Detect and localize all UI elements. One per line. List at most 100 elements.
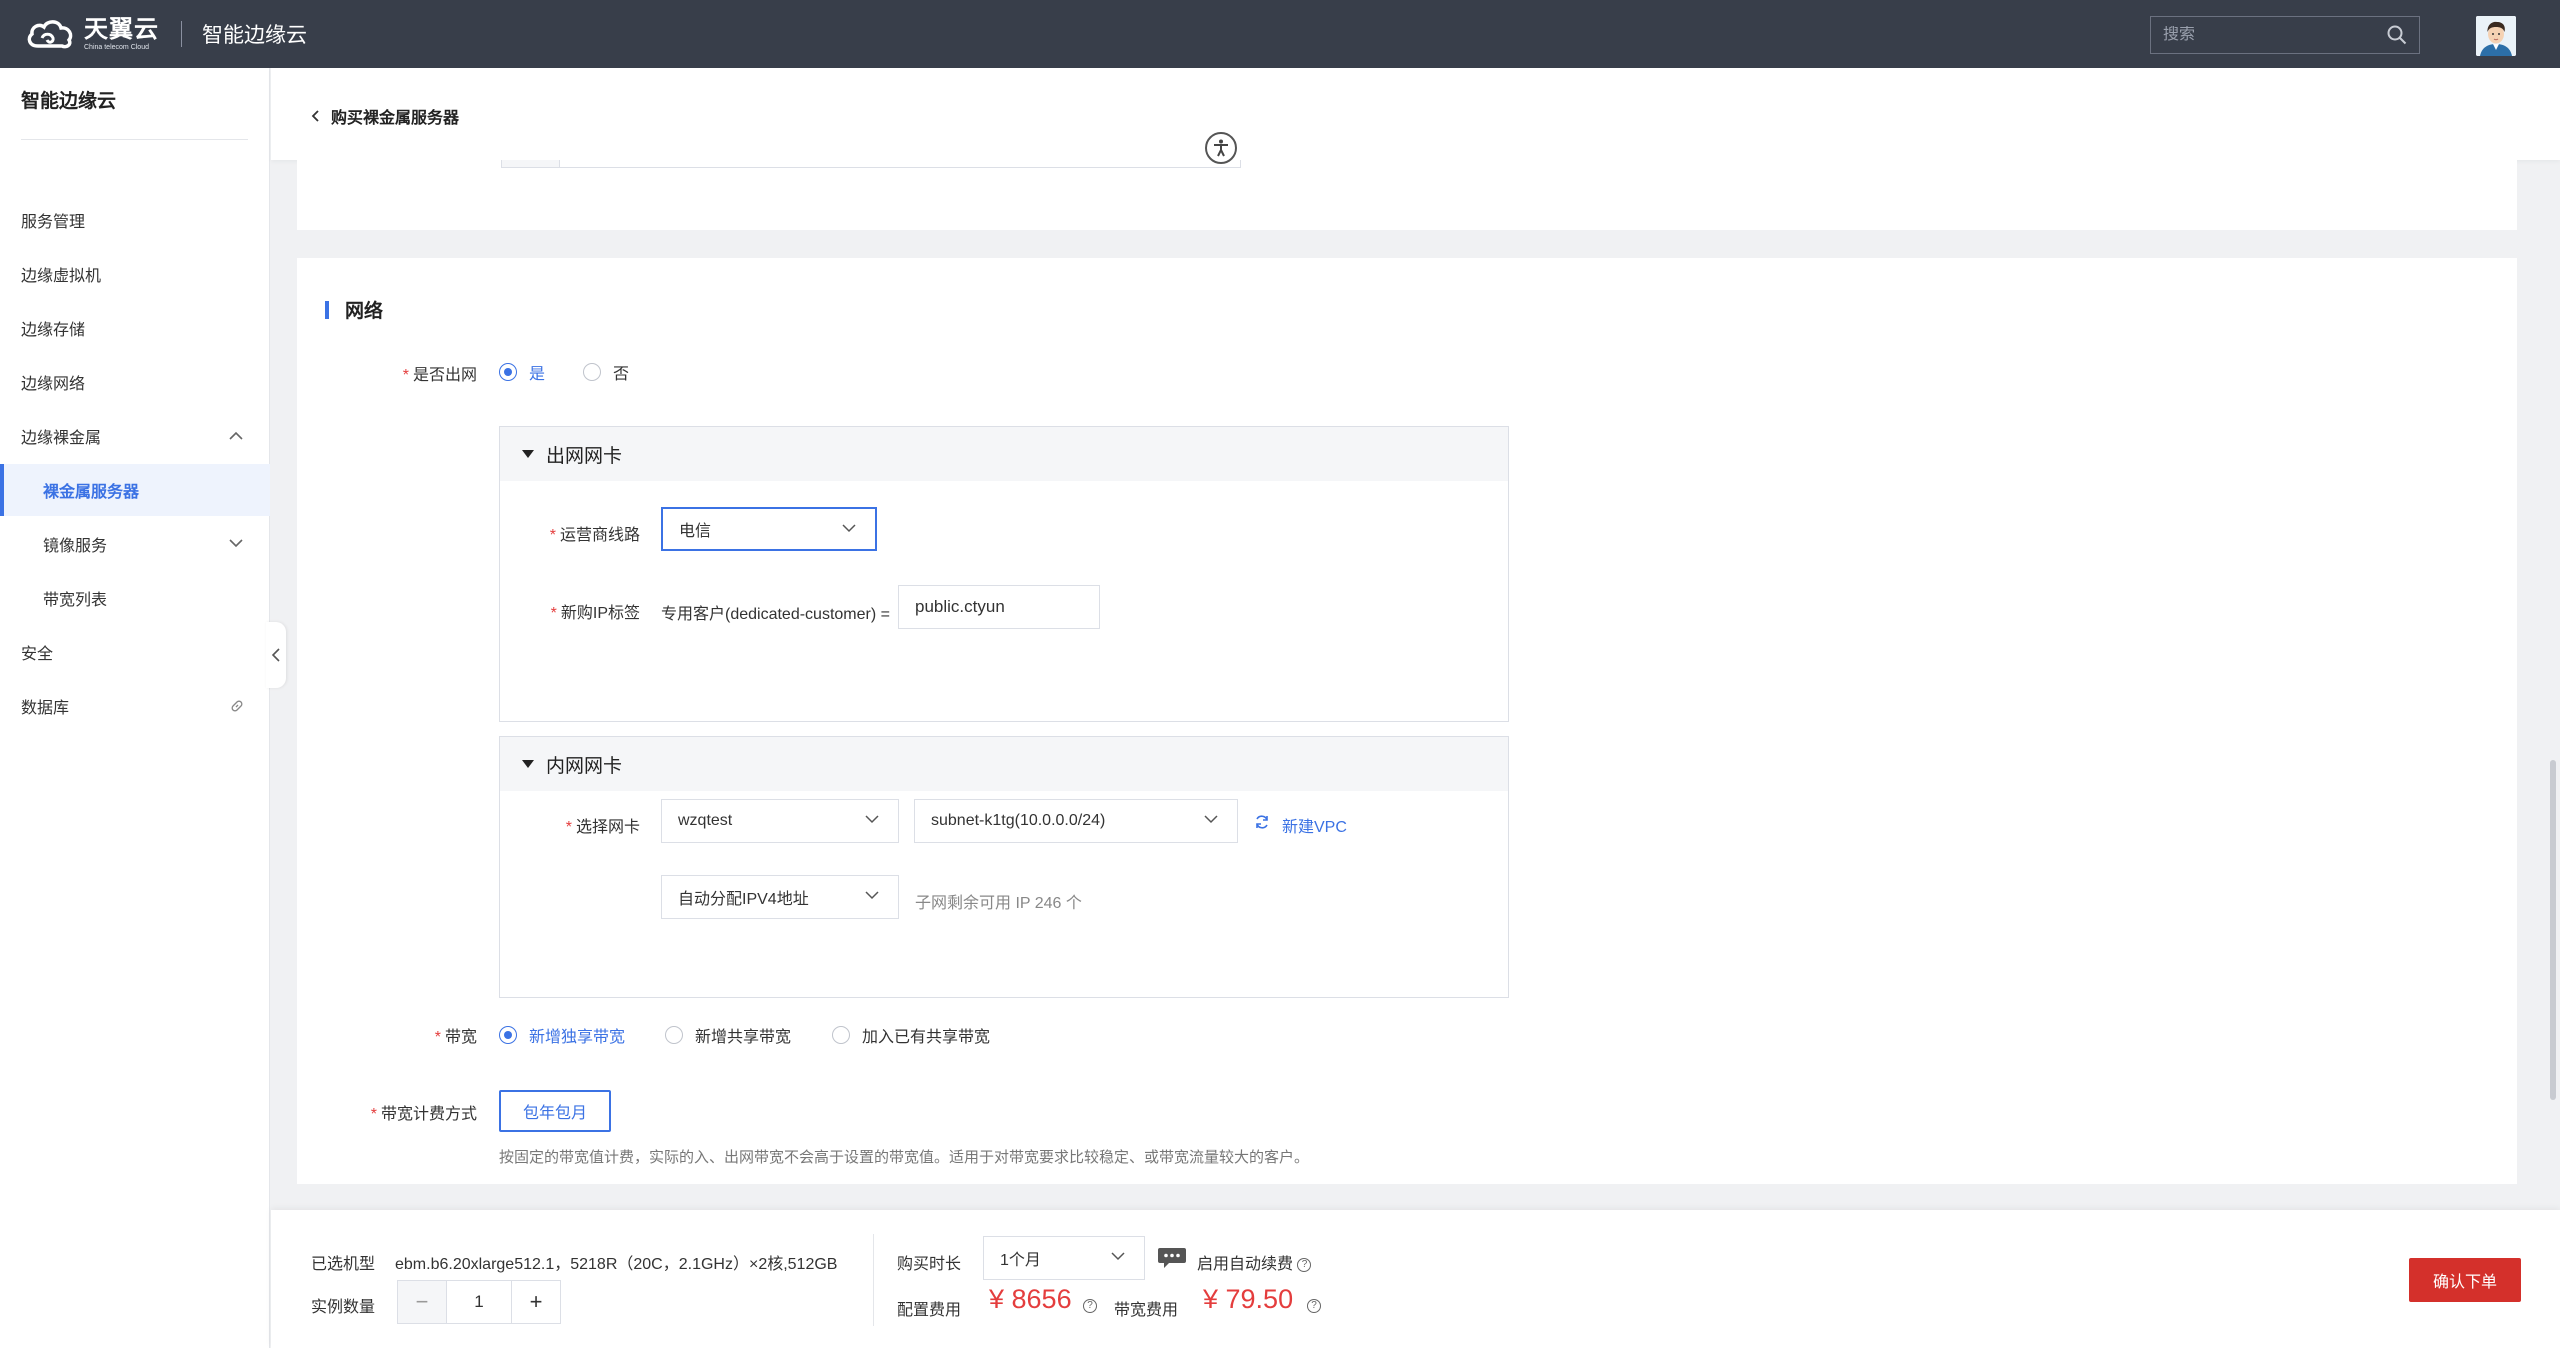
radio-dot (583, 363, 601, 381)
internet-access-label: * 是否出网 (402, 367, 477, 384)
sidebar-item-label: 安全 (21, 646, 54, 663)
subnet-ip-remaining-hint: 子网剩余可用 IP 246 个 (915, 895, 1082, 912)
sidebar-item-label: 裸金属服务器 (43, 484, 140, 501)
sidebar-item-edge-vm[interactable]: 边缘虚拟机 (0, 248, 270, 300)
selected-model-label: 已选机型 (311, 1256, 376, 1273)
quantity-increment-button[interactable]: + (512, 1281, 560, 1323)
top-bar: 天翼云 China telecom Cloud 智能边缘云 (0, 0, 2560, 68)
ipv4-assign-select[interactable]: 自动分配IPV4地址 (661, 875, 899, 919)
page-scrollbar[interactable] (2548, 160, 2560, 1208)
sidebar-item-label: 镜像服务 (43, 538, 108, 555)
radio-label: 新增共享带宽 (695, 1029, 792, 1046)
billing-monthly-button[interactable]: 包年包月 (499, 1090, 611, 1132)
bandwidth-dedicated-radio[interactable]: 新增独享带宽 (499, 1023, 625, 1047)
search-icon[interactable] (2387, 25, 2407, 45)
sidebar-item-edge-bare-metal[interactable]: 边缘裸金属 (0, 410, 270, 462)
internal-nic-panel-title: 内网网卡 (546, 755, 623, 777)
duration-select[interactable]: 1个月 (983, 1236, 1145, 1280)
ip-tag-value-input[interactable]: public.ctyun (898, 585, 1100, 629)
bandwidth-fee-value: ¥ 79.50 (1203, 1284, 1294, 1314)
chevron-left-icon (311, 110, 319, 122)
product-name: 智能边缘云 (202, 24, 307, 47)
subnet-value: subnet-k1tg(10.0.0.0/24) (931, 812, 1106, 829)
chevron-down-icon (865, 891, 879, 900)
avatar-icon (2476, 16, 2516, 56)
bandwidth-shared-radio[interactable]: 新增共享带宽 (665, 1023, 791, 1047)
sidebar-item-label: 边缘网络 (21, 376, 86, 393)
caret-down-icon (522, 450, 534, 458)
ip-tag-label: * 新购IP标签 (550, 605, 640, 622)
sidebar-divider (21, 139, 248, 140)
network-section-title: 网络 (345, 301, 384, 322)
sidebar-item-bare-metal-server[interactable]: 裸金属服务器 (0, 464, 270, 516)
page-title: 购买裸金属服务器 (331, 110, 460, 127)
carrier-line-value: 电信 (679, 523, 712, 540)
sidebar-item-edge-network[interactable]: 边缘网络 (0, 356, 270, 408)
sidebar-title: 智能边缘云 (21, 91, 117, 112)
previous-field-stub (501, 160, 1241, 168)
logo[interactable]: 天翼云 China telecom Cloud 智能边缘云 (24, 14, 307, 54)
selected-model-value: ebm.b6.20xlarge512.1，5218R（20C，2.1GHz）×2… (395, 1256, 838, 1273)
radio-dot (499, 1026, 517, 1044)
egress-nic-panel-title: 出网网卡 (546, 445, 623, 467)
select-nic-label: * 选择网卡 (565, 819, 640, 836)
internet-no-radio[interactable]: 否 (583, 360, 629, 384)
sidebar-item-security[interactable]: 安全 (0, 626, 270, 678)
config-fee-label: 配置费用 (897, 1302, 962, 1319)
radio-label: 是 (529, 366, 546, 383)
chevron-down-icon (842, 524, 856, 533)
duration-label: 购买时长 (897, 1256, 962, 1273)
egress-nic-panel-header[interactable]: 出网网卡 (500, 427, 1508, 481)
help-icon[interactable]: ? (1297, 1257, 1312, 1272)
confirm-order-button[interactable]: 确认下单 (2409, 1258, 2521, 1302)
caret-down-icon (522, 760, 534, 768)
scrollbar-thumb[interactable] (2550, 760, 2556, 1100)
new-vpc-link[interactable]: 新建VPC (1282, 813, 1347, 837)
search-input[interactable] (2163, 26, 2387, 44)
sidebar-item-image-service[interactable]: 镜像服务 (0, 518, 270, 570)
cloud-logo-icon (27, 20, 73, 49)
quantity-value[interactable]: 1 (446, 1281, 512, 1323)
chat-bubble-icon[interactable] (1157, 1247, 1187, 1269)
sidebar-item-label: 服务管理 (21, 214, 86, 231)
accessibility-icon (1214, 139, 1228, 157)
sidebar-item-edge-storage[interactable]: 边缘存储 (0, 302, 270, 354)
help-icon[interactable]: ? (1083, 1299, 1097, 1313)
section-title-accent (325, 300, 329, 319)
radio-label: 新增独享带宽 (529, 1029, 626, 1046)
chevron-down-icon (1111, 1252, 1125, 1261)
chevron-up-icon (229, 431, 243, 440)
sidebar-item-service-management[interactable]: 服务管理 (0, 194, 270, 246)
radio-label: 加入已有共享带宽 (862, 1029, 991, 1046)
bandwidth-join-shared-radio[interactable]: 加入已有共享带宽 (832, 1023, 990, 1047)
carrier-line-select[interactable]: 电信 (661, 507, 877, 551)
external-link-icon (231, 700, 243, 712)
radio-dot (832, 1026, 850, 1044)
bandwidth-billing-label: * 带宽计费方式 (370, 1106, 477, 1123)
sidebar-item-database[interactable]: 数据库 (0, 680, 270, 732)
page-header: 购买裸金属服务器 (271, 68, 2560, 160)
quantity-decrement-button[interactable]: − (398, 1281, 446, 1323)
refresh-icon[interactable] (1254, 814, 1270, 830)
search-box[interactable] (2150, 16, 2420, 54)
back-button[interactable]: 购买裸金属服务器 (311, 104, 459, 128)
user-avatar[interactable] (2476, 16, 2516, 56)
bandwidth-fee-label: 带宽费用 (1114, 1302, 1179, 1319)
section-title: 网络 (325, 296, 383, 323)
ip-tag-key: 专用客户(dedicated-customer) = (661, 606, 890, 623)
internal-nic-panel-header[interactable]: 内网网卡 (500, 737, 1508, 791)
sidebar-item-bandwidth-list[interactable]: 带宽列表 (0, 572, 270, 624)
previous-section-card (297, 160, 2517, 230)
billing-hint: 按固定的带宽值计费，实际的入、出网带宽不会高于设置的带宽值。适用于对带宽要求比较… (499, 1149, 1310, 1166)
accessibility-float-icon[interactable] (1205, 132, 1237, 164)
help-icon[interactable]: ? (1307, 1299, 1321, 1313)
sidebar: 智能边缘云 服务管理 边缘虚拟机 边缘存储 边缘网络 边缘裸金属 裸金属服务器 … (0, 68, 270, 1348)
vpc-select[interactable]: wzqtest (661, 799, 899, 843)
sidebar-item-label: 边缘虚拟机 (21, 268, 102, 285)
carrier-line-label: * 运营商线路 (549, 527, 640, 544)
auto-renew-label[interactable]: 启用自动续费 ? (1197, 1250, 1312, 1274)
brand-name: 天翼云 (84, 15, 159, 43)
sidebar-collapse-button[interactable] (266, 622, 286, 688)
internet-yes-radio[interactable]: 是 (499, 360, 545, 384)
subnet-select[interactable]: subnet-k1tg(10.0.0.0/24) (914, 799, 1238, 843)
